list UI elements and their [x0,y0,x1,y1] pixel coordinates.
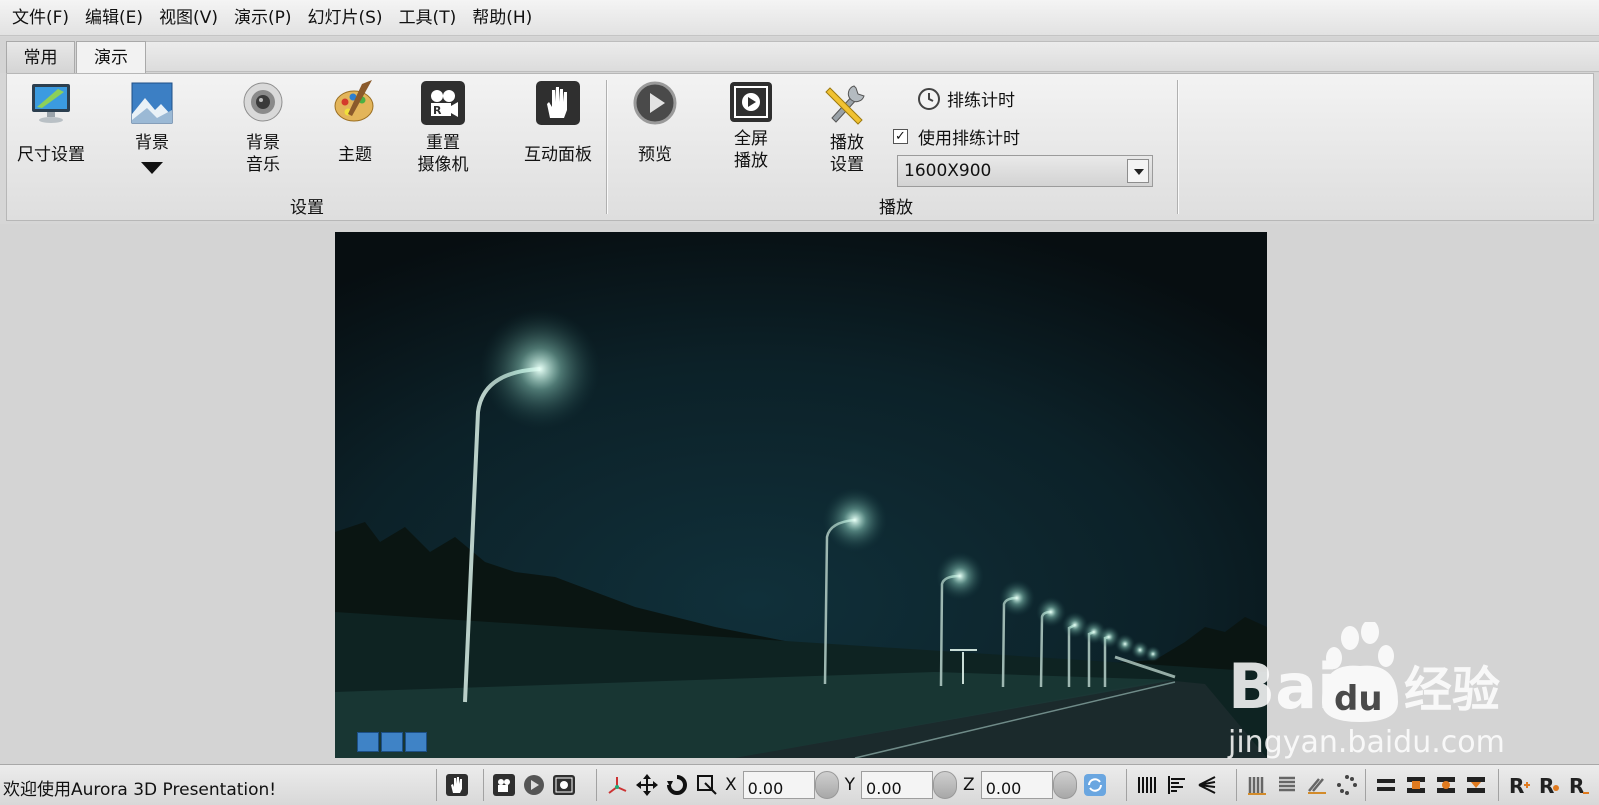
r-reset-icon[interactable]: R [1567,773,1591,797]
y-spinner[interactable] [933,771,958,799]
nav-home-icon[interactable] [381,732,403,752]
landscape-icon [131,82,173,124]
menu-help[interactable]: 帮助(H) [464,0,540,36]
background-button[interactable]: 背景 [119,80,185,176]
play-settings-button[interactable]: 播放 设置 [817,80,877,176]
svg-text:R: R [1569,774,1584,797]
y-axis-label: Y [844,775,856,795]
svg-text:R: R [433,104,442,117]
align-left-icon[interactable] [1165,773,1189,797]
ribbon-panel: 尺寸设置 背景 背景 音乐 主题 R 重置 摄像机 互动面板 设置 预览 全屏 … [6,73,1594,221]
z-axis-label: Z [963,775,975,795]
rotate-icon[interactable] [665,773,689,797]
status-transform-group: X 0.00 Y 0.00 Z 0.00 [596,769,1107,801]
align-columns-icon[interactable] [1135,773,1159,797]
fullscreen-label-1: 全屏 [734,129,768,149]
hand-icon[interactable] [445,773,469,797]
palette-icon [334,80,374,122]
tab-common[interactable]: 常用 [6,41,75,73]
theme-button[interactable]: 主题 [325,80,385,166]
size-settings-label: 尺寸设置 [17,145,85,165]
menu-edit[interactable]: 编辑(E) [77,0,151,36]
menu-tools[interactable]: 工具(T) [391,0,465,36]
status-align-group [1126,769,1219,801]
tab-strip [146,41,1599,72]
resolution-value: 1600X900 [904,161,992,181]
status-play-group [483,769,576,801]
rehearse-timing-button[interactable]: 排练计时 [917,86,1015,111]
watermark-brand-a: Bai [1228,650,1338,723]
menu-view[interactable]: 视图(V) [151,0,226,36]
r-rotate-icon[interactable]: R [1537,773,1561,797]
play-group-label: 播放 [879,198,913,218]
status-tool-group [436,769,469,801]
slide-nav [357,732,427,752]
fullscreen-play-button[interactable]: 全屏 播放 [719,80,783,172]
camera-icon: R [421,81,465,125]
dropdown-arrow-icon [141,162,163,174]
move-icon[interactable] [635,773,659,797]
preview-button[interactable]: 预览 [625,80,685,166]
y-value-field[interactable]: 0.00 [861,771,934,799]
tools-icon [825,85,865,125]
menu-present[interactable]: 演示(P) [226,0,300,36]
camera-icon[interactable] [492,773,516,797]
use-rehearse-label: 使用排练计时 [918,129,1020,149]
use-rehearse-checkbox-row[interactable]: ✓ 使用排练计时 [893,124,1020,149]
rehearse-timing-label: 排练计时 [947,91,1015,111]
background-label: 背景 [135,133,169,153]
x-value-field[interactable]: 0.00 [742,771,815,799]
watermark-brand-b: du [1334,679,1383,719]
nav-up-icon[interactable] [357,732,379,752]
play-circle-icon[interactable] [522,773,546,797]
status-message: 欢迎使用Aurora 3D Presentation! [3,780,277,800]
size-settings-button[interactable]: 尺寸设置 [11,80,91,166]
bg-music-label-2: 音乐 [246,155,280,175]
fullscreen-icon[interactable] [552,773,576,797]
chevron-down-icon[interactable] [1127,159,1149,183]
interactive-panel-label: 互动面板 [524,145,592,165]
watermark-url: jingyan.baidu.com [1227,725,1505,760]
menu-bar: 文件(F) 编辑(E) 视图(V) 演示(P) 幻灯片(S) 工具(T) 帮助(… [0,0,1599,36]
z-spinner[interactable] [1052,771,1077,799]
tab-present[interactable]: 演示 [76,41,146,73]
group-divider [1177,80,1178,214]
ribbon-tab-row: 常用 演示 [0,37,1599,73]
interactive-panel-button[interactable]: 互动面板 [513,80,603,166]
play-settings-label-2: 设置 [830,155,864,175]
fan-icon[interactable] [1195,773,1219,797]
scale-icon[interactable] [695,773,719,797]
slide-canvas[interactable] [335,232,1267,758]
fullscreen-icon [730,82,772,122]
x-axis-label: X [725,775,737,795]
bg-music-label-1: 背景 [246,133,280,153]
resolution-select[interactable]: 1600X900 [897,155,1153,187]
background-music-button[interactable]: 背景 音乐 [233,80,293,176]
reset-camera-label-1: 重置 [426,133,460,153]
menu-slide[interactable]: 幻灯片(S) [300,0,391,36]
watermark-brand-c: 经验 [1404,662,1500,718]
axis-icon[interactable] [605,773,629,797]
theme-label: 主题 [338,145,372,165]
z-value-field[interactable]: 0.00 [980,771,1053,799]
preview-label: 预览 [638,145,672,165]
x-spinner[interactable] [814,771,839,799]
fullscreen-label-2: 播放 [734,151,768,171]
speaker-icon [243,82,283,122]
hand-icon [536,81,580,125]
play-settings-label-1: 播放 [830,133,864,153]
svg-text:R: R [1539,774,1554,797]
night-road-image [335,232,1267,758]
play-circle-icon [633,81,677,125]
clock-icon [918,87,940,110]
setup-group-label: 设置 [290,198,324,218]
baidu-watermark: Bai du 经验 jingyan.baidu.com [1222,620,1522,792]
use-rehearse-checkbox[interactable]: ✓ [893,129,908,144]
nav-down-icon[interactable] [405,732,427,752]
menu-file[interactable]: 文件(F) [4,0,77,36]
refresh-icon[interactable] [1083,773,1107,797]
reset-camera-label-2: 摄像机 [417,155,469,175]
reset-camera-button[interactable]: R 重置 摄像机 [411,80,475,176]
monitor-icon [32,84,70,123]
